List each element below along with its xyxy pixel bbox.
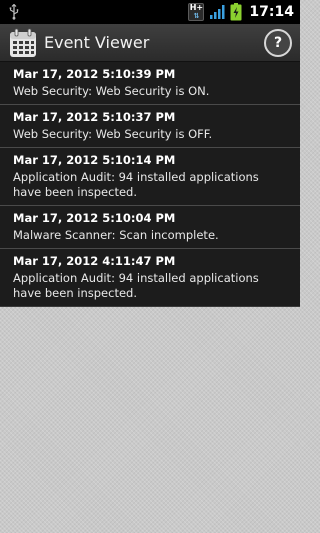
event-list-item[interactable]: Mar 17, 2012 5:10:14 PM Application Audi… (0, 148, 300, 206)
signal-strength-icon (210, 5, 225, 19)
status-icons: H+ ⇅ 17:14 (188, 0, 294, 24)
event-date: Mar 17, 2012 5:10:04 PM (13, 211, 176, 225)
usb-icon (9, 4, 19, 20)
help-button[interactable]: ? (264, 29, 292, 57)
event-date: Mar 17, 2012 4:11:47 PM (13, 254, 176, 268)
battery-charging-icon (230, 3, 242, 21)
event-list-item[interactable]: Mar 17, 2012 5:10:04 PM Malware Scanner:… (0, 206, 300, 249)
event-date: Mar 17, 2012 5:10:37 PM (13, 110, 176, 124)
event-list-item[interactable]: Mar 17, 2012 5:10:37 PM Web Security: We… (0, 105, 300, 148)
action-bar: Event Viewer ? (0, 24, 300, 62)
status-bar: H+ ⇅ 17:14 (0, 0, 300, 24)
event-message: Malware Scanner: Scan incomplete. (13, 228, 219, 242)
network-type-icon: H+ ⇅ (188, 3, 205, 21)
event-date: Mar 17, 2012 5:10:39 PM (13, 67, 176, 81)
app-title: Event Viewer (44, 33, 150, 52)
event-message: Application Audit: 94 installed applicat… (13, 170, 259, 199)
event-list: Mar 17, 2012 5:10:39 PM Web Security: We… (0, 62, 300, 307)
event-list-item[interactable]: Mar 17, 2012 4:11:47 PM Application Audi… (0, 249, 300, 307)
status-clock: 17:14 (249, 4, 294, 20)
event-message: Web Security: Web Security is ON. (13, 84, 210, 98)
event-date: Mar 17, 2012 5:10:14 PM (13, 153, 176, 167)
network-type-label: H+ (189, 3, 204, 12)
calendar-icon[interactable] (9, 28, 37, 58)
event-list-item[interactable]: Mar 17, 2012 5:10:39 PM Web Security: We… (0, 62, 300, 105)
data-arrows-icon: ⇅ (193, 12, 200, 20)
event-message: Web Security: Web Security is OFF. (13, 127, 213, 141)
event-message: Application Audit: 94 installed applicat… (13, 271, 259, 300)
